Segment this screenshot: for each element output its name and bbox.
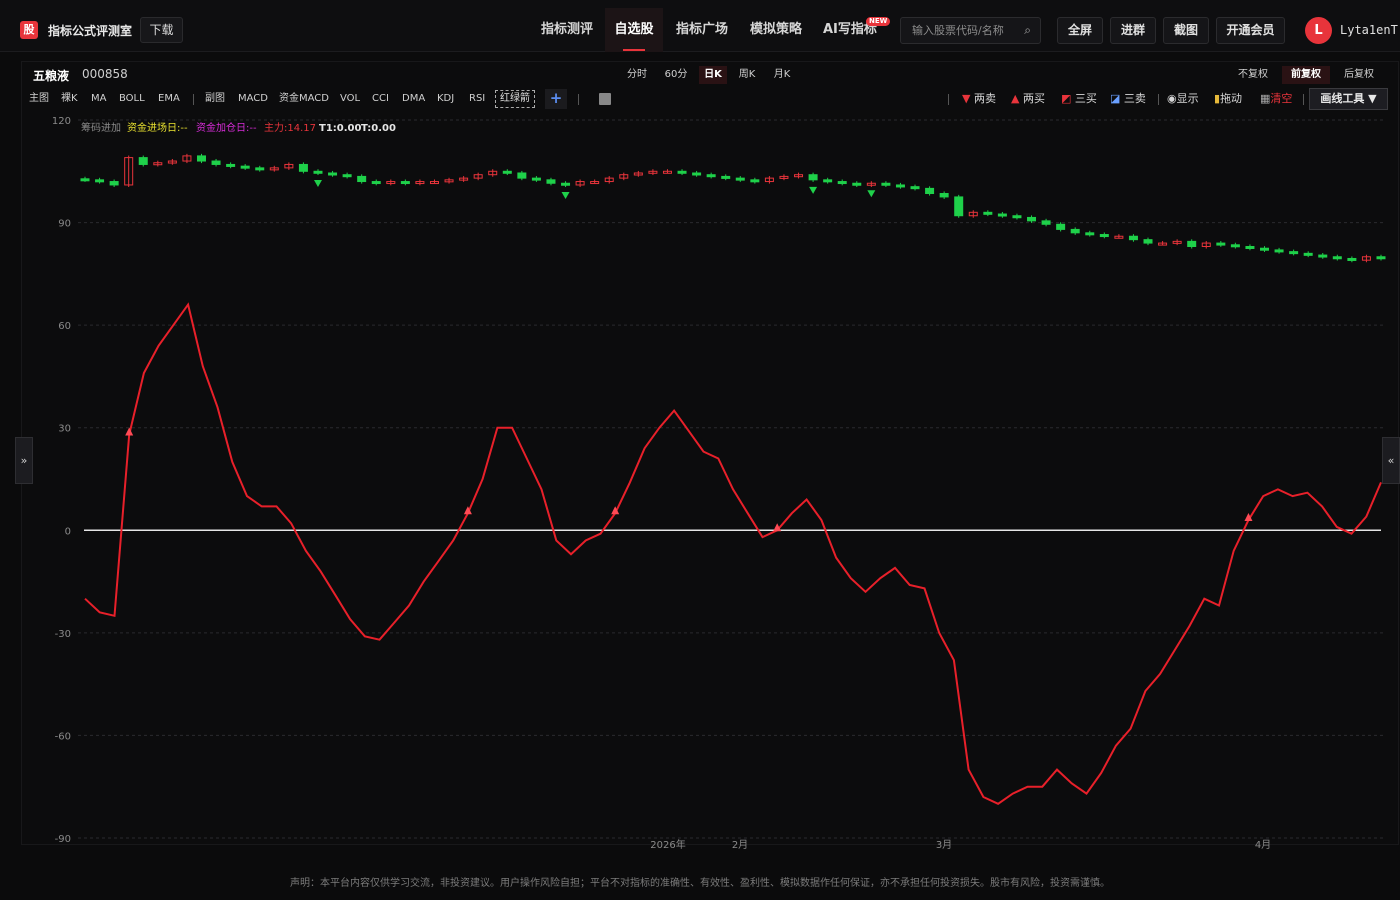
candle-body [80, 178, 90, 182]
candle-body [240, 165, 250, 169]
x-tick-label: 3月 [936, 839, 952, 851]
candle-body [546, 179, 556, 184]
candle-body [298, 163, 308, 172]
candle-body [954, 196, 964, 217]
candle-body [1012, 215, 1022, 219]
candle-body [138, 157, 148, 165]
candle-body [561, 182, 571, 186]
candle-body [1303, 252, 1313, 256]
candle-body [1289, 251, 1299, 255]
y-tick-label: 0 [65, 526, 71, 537]
x-tick-label: 4月 [1255, 839, 1271, 851]
candle-body [1143, 239, 1153, 244]
x-tick-label: 2月 [732, 839, 748, 851]
candle-body [400, 181, 410, 185]
candle-body [721, 175, 731, 179]
sell-marker [313, 179, 322, 187]
candle-body [1245, 246, 1255, 250]
candle-body [706, 174, 716, 178]
x-tick-label: 2026年 [650, 838, 685, 851]
candle-body [1056, 223, 1066, 230]
candle-body [1332, 256, 1342, 260]
candle-body [211, 160, 221, 165]
candle-body [1070, 228, 1080, 234]
candle-body [735, 177, 745, 181]
candle-body [1216, 242, 1226, 246]
candle-body [1376, 256, 1386, 260]
y-tick-label: 60 [58, 321, 71, 332]
candle-body [531, 177, 541, 181]
candle-body [109, 181, 119, 186]
candle-body [939, 193, 949, 198]
candle-body [750, 179, 760, 183]
candle-body [1230, 244, 1240, 248]
candle-body [357, 175, 367, 183]
candle-body [895, 184, 905, 188]
candle-body [837, 181, 847, 185]
candle-body [692, 172, 702, 176]
candle-body [328, 172, 338, 176]
candle-body [925, 187, 935, 195]
buy-marker [125, 427, 134, 436]
candle-body [1085, 232, 1095, 236]
candle-body [1318, 254, 1328, 258]
candle-body [502, 170, 512, 174]
candle-body [677, 170, 687, 174]
y-tick-label: -90 [55, 834, 71, 845]
candle-body [517, 172, 527, 179]
candle-body [1027, 216, 1037, 222]
y-tick-label: 30 [58, 424, 71, 435]
y-tick-label: -30 [55, 629, 71, 640]
disclaimer: 声明：本平台内容仅供学习交流，非投资建议。用户操作风险自担；平台不对指标的准确性… [290, 878, 1110, 889]
candle-body [196, 155, 206, 162]
candle-body [255, 167, 265, 171]
candle-body [1128, 235, 1138, 241]
indicator-line [84, 302, 1382, 805]
candle-body [997, 213, 1007, 217]
kline-chart[interactable]: 120 90 60 30 0 -30 -60 -90 2026年 2月 3月 4月 [0, 0, 1400, 900]
candle-body [1347, 257, 1357, 261]
candle-body [1099, 234, 1109, 238]
candle-body [226, 163, 236, 167]
candle-body [313, 170, 323, 174]
y-tick-label: 90 [58, 219, 71, 230]
candle-body [1260, 247, 1270, 251]
candle-body [852, 182, 862, 186]
y-tick-label: 120 [52, 116, 71, 127]
candle-body [1187, 240, 1197, 248]
y-tick-label: -60 [55, 731, 71, 742]
candle-body [983, 211, 993, 215]
candle-body [823, 179, 833, 183]
candle-body [881, 182, 891, 186]
sell-marker [809, 186, 818, 194]
sell-marker [867, 190, 876, 198]
candle-body [910, 186, 920, 190]
sell-marker [561, 191, 570, 199]
candle-body [342, 174, 352, 178]
candle-body [371, 181, 381, 185]
candle-body [1041, 220, 1051, 225]
candle-body [1274, 249, 1284, 253]
candle-body [95, 179, 105, 183]
candle-body [808, 174, 818, 181]
